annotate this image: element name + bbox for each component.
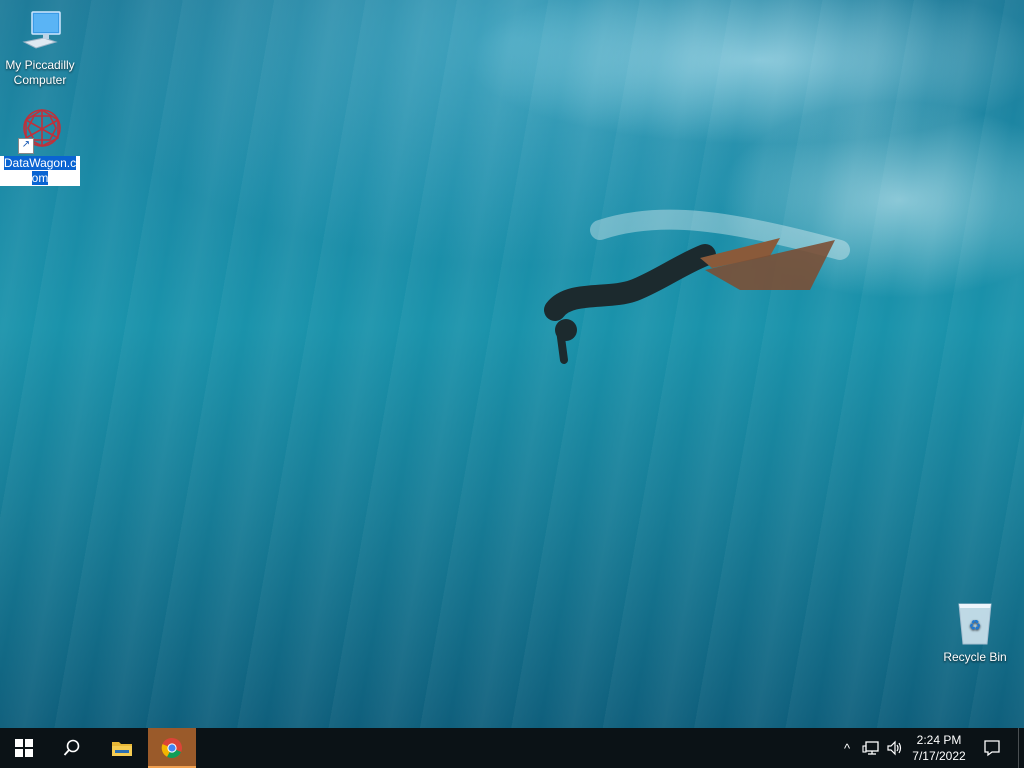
network-icon bbox=[862, 741, 879, 755]
desktop-icon-datawagon[interactable]: ↗ DataWagon.c om bbox=[0, 106, 80, 186]
desktop-icon-label: My Piccadilly Computer bbox=[5, 58, 75, 87]
desktop-icon-recycle-bin[interactable]: ♻ Recycle Bin bbox=[935, 600, 1015, 665]
show-desktop-button[interactable] bbox=[1018, 728, 1024, 768]
start-button[interactable] bbox=[0, 728, 48, 768]
desktop-background[interactable]: My Piccadilly Computer ↗ DataWagon.com bbox=[0, 0, 1024, 728]
shortcut-arrow-icon: ↗ bbox=[18, 138, 34, 154]
datawagon-shortcut-icon: ↗ bbox=[16, 106, 64, 154]
notification-icon bbox=[984, 740, 1000, 757]
recycle-bin-icon: ♻ bbox=[951, 600, 999, 648]
taskbar: ^ 2:24 PM 7/17/2022 bbox=[0, 728, 1024, 768]
chrome-button[interactable] bbox=[148, 728, 196, 768]
clock-date: 7/17/2022 bbox=[912, 749, 966, 763]
computer-icon bbox=[16, 8, 64, 56]
action-center-button[interactable] bbox=[978, 728, 1006, 768]
search-icon bbox=[63, 739, 80, 756]
desktop-icon-label: Recycle Bin bbox=[943, 650, 1007, 664]
clock[interactable]: 2:24 PM 7/17/2022 bbox=[900, 732, 978, 764]
windows-logo-icon bbox=[15, 739, 33, 757]
svg-text:♻: ♻ bbox=[969, 618, 982, 634]
network-button[interactable] bbox=[859, 728, 883, 768]
show-hidden-icons-button[interactable]: ^ bbox=[835, 728, 859, 768]
chrome-icon bbox=[161, 737, 182, 759]
desktop-icon-my-computer[interactable]: My Piccadilly Computer bbox=[0, 8, 80, 88]
chevron-up-icon: ^ bbox=[843, 740, 851, 756]
desktop-icon-label-editing[interactable]: DataWagon.c om bbox=[0, 156, 80, 186]
light-rays bbox=[0, 0, 1024, 728]
search-button[interactable] bbox=[48, 728, 96, 768]
folder-icon bbox=[112, 742, 132, 756]
file-explorer-button[interactable] bbox=[98, 728, 146, 768]
diver-illustration bbox=[544, 209, 850, 364]
clock-time: 2:24 PM bbox=[916, 733, 962, 747]
